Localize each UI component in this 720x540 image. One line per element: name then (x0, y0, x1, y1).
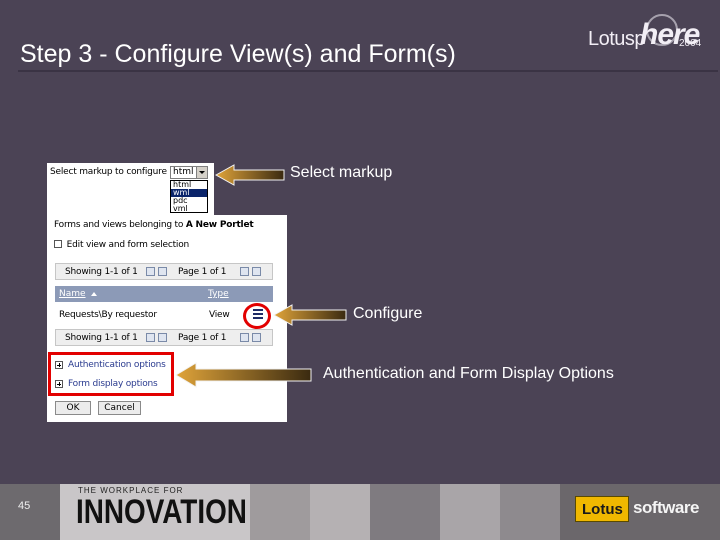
pager-bottom-showing: Showing 1-1 of 1 (65, 333, 138, 343)
markup-dropdown-value: html (173, 167, 194, 177)
footer-photo-strip (310, 484, 370, 540)
markup-option[interactable]: vml (171, 205, 207, 213)
table-header: Name Type (55, 286, 273, 302)
footer-photo-strip (250, 484, 310, 540)
pager-top: Showing 1-1 of 1 Page 1 of 1 (55, 263, 273, 280)
software-text: software (633, 498, 699, 517)
configure-highlight-circle (243, 303, 271, 329)
sort-ascending-icon (91, 292, 97, 296)
last-page-icon[interactable] (252, 333, 261, 342)
row-type: View (209, 310, 230, 320)
forms-heading-prefix: Forms and views belonging to (54, 220, 184, 230)
footer-photo-strip (370, 484, 440, 540)
slide: Step 3 - Configure View(s) and Form(s) L… (0, 0, 720, 540)
slide-title: Step 3 - Configure View(s) and Form(s) (20, 40, 456, 68)
column-header-type[interactable]: Type (208, 289, 229, 299)
markup-dropdown[interactable]: html (170, 166, 208, 179)
callout-auth-display: Authentication and Form Display Options (323, 365, 614, 382)
next-page-icon[interactable] (240, 267, 249, 276)
edit-selection-link[interactable]: Edit view and form selection (67, 240, 190, 250)
column-header-name[interactable]: Name (59, 289, 86, 299)
markup-select-panel: Select markup to configure html html wml… (47, 163, 214, 217)
select-markup-arrow-icon (214, 164, 285, 186)
options-arrow-icon (175, 362, 312, 388)
forms-heading-portlet: A New Portlet (185, 220, 254, 230)
footer-innovation: INNOVATION (76, 493, 247, 531)
options-highlight-box (48, 352, 174, 396)
configure-arrow-icon (272, 304, 347, 326)
pager-bottom-page: Page 1 of 1 (178, 333, 227, 343)
last-page-icon[interactable] (252, 267, 261, 276)
footer-band: 45 THE WORKPLACE FOR INNOVATION Lotus so… (0, 484, 720, 540)
row-name: Requests\By requestor (59, 310, 157, 320)
logo-year: 2004 (679, 38, 702, 49)
pager-top-page: Page 1 of 1 (178, 267, 227, 277)
footer-photo-strip (440, 484, 500, 540)
markup-select-label: Select markup to configure (50, 167, 167, 177)
lotus-logo: Lotus (575, 496, 629, 522)
page-number: 45 (18, 500, 31, 512)
table-row: Requests\By requestor View (55, 305, 273, 323)
footer-photo-strip (500, 484, 560, 540)
ok-button[interactable]: OK (55, 401, 91, 415)
edit-selection[interactable]: Edit view and form selection (54, 240, 189, 250)
callout-configure: Configure (353, 305, 423, 322)
markup-options-list[interactable]: html wml pdc vml (170, 180, 208, 213)
cancel-button[interactable]: Cancel (98, 401, 141, 415)
lotusphere-logo: Lotusp here 2004 (588, 12, 714, 60)
chevron-down-icon[interactable] (196, 167, 207, 178)
edit-icon (54, 240, 62, 248)
forms-heading: Forms and views belonging to A New Portl… (54, 220, 254, 230)
prev-page-icon[interactable] (158, 333, 167, 342)
pager-bottom: Showing 1-1 of 1 Page 1 of 1 (55, 329, 273, 346)
callout-select-markup: Select markup (290, 164, 393, 181)
lotus-logo-text: Lotus (582, 501, 623, 518)
next-page-icon[interactable] (240, 333, 249, 342)
first-page-icon[interactable] (146, 267, 155, 276)
prev-page-icon[interactable] (158, 267, 167, 276)
logo-lotus-text: Lotusp (588, 28, 646, 50)
pager-top-showing: Showing 1-1 of 1 (65, 267, 138, 277)
title-divider (18, 70, 718, 72)
first-page-icon[interactable] (146, 333, 155, 342)
footer-photo-strip (0, 484, 60, 540)
